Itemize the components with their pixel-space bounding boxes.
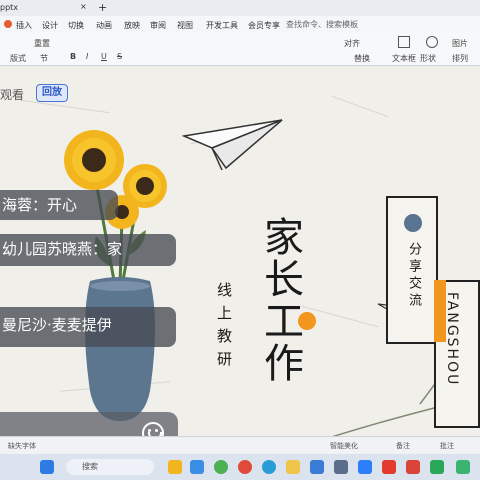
smart-beautify-button[interactable]: 智能美化 <box>330 441 358 451</box>
menu-item-developer[interactable]: 开发工具 <box>206 20 238 31</box>
app-icon[interactable] <box>190 460 204 474</box>
app-icon[interactable] <box>430 460 444 474</box>
english-label[interactable]: FANGSHOU <box>444 292 460 386</box>
menu-item-view[interactable]: 视图 <box>177 20 193 31</box>
sunflower-vase-illustration <box>64 130 167 421</box>
app-icon[interactable] <box>168 460 182 474</box>
app-icon[interactable] <box>406 460 420 474</box>
edge-icon[interactable] <box>262 460 276 474</box>
section-button[interactable]: 节 <box>40 53 48 64</box>
menu-item-design[interactable]: 设计 <box>42 20 58 31</box>
ribbon-menu-bar: 插入 设计 切换 动画 放映 审阅 视图 开发工具 会员专享 查找命令、搜索模板 <box>0 16 480 32</box>
align-button[interactable]: 对齐 <box>344 38 360 49</box>
missing-font-notice[interactable]: 缺失字体 <box>8 441 36 451</box>
browser-icon[interactable] <box>238 460 252 474</box>
browser-icon[interactable] <box>214 460 228 474</box>
textbox-button[interactable]: 文本框 <box>392 53 416 64</box>
shape-button[interactable]: 形状 <box>420 53 436 64</box>
comment-bubble: 海蓉：开心 <box>0 190 118 220</box>
replay-button[interactable]: 回放 <box>36 84 68 102</box>
menu-item-transition[interactable]: 切换 <box>68 20 84 31</box>
windows-taskbar: 搜索 <box>0 454 480 480</box>
comments-button[interactable]: 批注 <box>440 441 454 451</box>
command-search-input[interactable]: 查找命令、搜索模板 <box>286 19 358 30</box>
menu-item-review[interactable]: 审阅 <box>150 20 166 31</box>
reset-button[interactable]: 重置 <box>34 38 50 49</box>
status-bar: 缺失字体 智能美化 备注 批注 <box>0 436 480 454</box>
underline-button[interactable]: U <box>101 52 107 61</box>
app-icon[interactable] <box>334 460 348 474</box>
file-explorer-icon[interactable] <box>286 460 300 474</box>
document-tab[interactable]: pptx <box>0 3 18 12</box>
close-tab-icon[interactable]: × <box>80 2 87 11</box>
replace-button[interactable]: 替换 <box>354 53 370 64</box>
new-tab-icon[interactable]: + <box>98 1 107 14</box>
menu-item-slideshow[interactable]: 放映 <box>124 20 140 31</box>
arrange-button[interactable]: 排列 <box>452 53 468 64</box>
app-logo-icon[interactable] <box>4 20 12 28</box>
italic-button[interactable]: I <box>86 52 88 61</box>
slide-subtitle[interactable]: 线上教研 <box>214 282 235 374</box>
share-exchange-label[interactable]: 分享交流 <box>404 242 423 310</box>
title-tab-bar: pptx × + <box>0 0 480 16</box>
orange-bar-decoration <box>434 280 446 342</box>
notes-button[interactable]: 备注 <box>396 441 410 451</box>
bold-button[interactable]: B <box>70 52 76 61</box>
picture-button[interactable]: 图片 <box>452 38 468 49</box>
taskbar-search[interactable]: 搜索 <box>66 459 154 475</box>
slide-title[interactable]: 家长工作 <box>257 216 303 384</box>
app-icon[interactable] <box>456 460 470 474</box>
comment-bubble: 曼尼沙·麦麦提伊 <box>0 307 176 347</box>
layout-button[interactable]: 版式 <box>10 53 26 64</box>
menu-item-member[interactable]: 会员专享 <box>248 20 280 31</box>
wps-icon[interactable] <box>382 460 396 474</box>
viewer-label: 观看 <box>0 88 25 102</box>
menu-item-insert[interactable]: 插入 <box>16 20 32 31</box>
strikethrough-button[interactable]: S <box>117 52 122 61</box>
textbox-icon[interactable] <box>398 36 410 48</box>
blue-dot-decoration <box>404 214 422 232</box>
app-icon[interactable] <box>310 460 324 474</box>
orange-dot-decoration <box>298 312 316 330</box>
ribbon-toolbar: 重置 版式 节 B I U S 文本框 形状 排列 图片 对齐 替换 <box>0 32 480 66</box>
paper-plane-illustration <box>182 119 283 171</box>
app-icon[interactable] <box>358 460 372 474</box>
menu-item-animation[interactable]: 动画 <box>96 20 112 31</box>
windows-start-icon[interactable] <box>40 460 54 474</box>
screen: pptx × + 插入 设计 切换 动画 放映 审阅 视图 开发工具 会员专享 … <box>0 0 480 480</box>
shape-icon[interactable] <box>426 36 438 48</box>
comment-bubble: 幼儿园苏晓燕：家 <box>0 234 176 266</box>
